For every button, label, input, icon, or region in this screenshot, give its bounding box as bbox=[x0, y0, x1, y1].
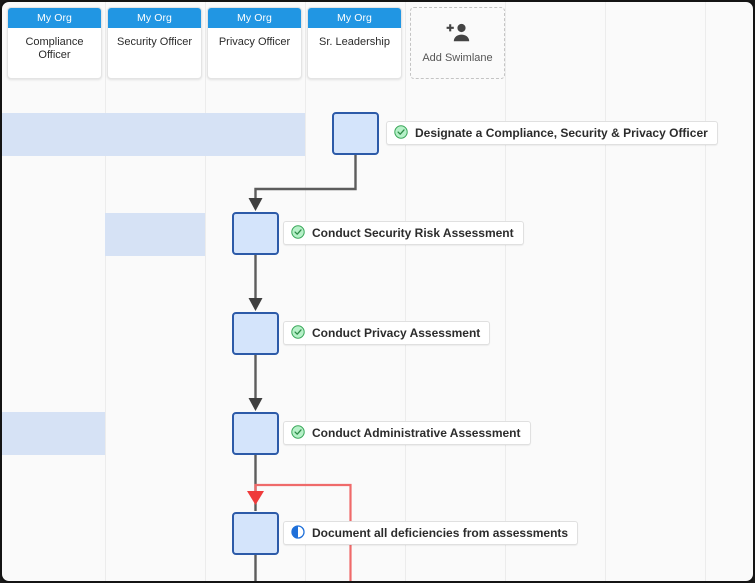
swimlane-title: Privacy Officer bbox=[218, 36, 291, 48]
lane-highlight-band bbox=[2, 113, 305, 156]
swimlane-title: Security Officer bbox=[117, 36, 192, 48]
swimlane-canvas: My Org Compliance Officer My Org Securit… bbox=[0, 0, 755, 583]
task-label-3[interactable]: Conduct Privacy Assessment bbox=[283, 321, 491, 345]
lane-highlight-band bbox=[105, 213, 205, 256]
task-label-1[interactable]: Designate a Compliance, Security & Priva… bbox=[386, 121, 718, 145]
check-circle-icon bbox=[291, 224, 305, 242]
swimlane-header-strip: My Org Compliance Officer My Org Securit… bbox=[2, 2, 753, 86]
lane-gridline bbox=[605, 2, 606, 581]
lane-gridline bbox=[105, 2, 106, 581]
swimlane-card-compliance-officer[interactable]: My Org Compliance Officer bbox=[7, 7, 102, 79]
lane-gridline bbox=[705, 2, 706, 581]
task-node-5[interactable] bbox=[232, 512, 279, 555]
person-add-icon bbox=[445, 22, 471, 47]
task-label-text: Conduct Administrative Assessment bbox=[312, 426, 521, 440]
connector-task1-to-task2 bbox=[248, 155, 357, 211]
swimlane-card-security-officer[interactable]: My Org Security Officer bbox=[107, 7, 202, 79]
lane-gridline bbox=[505, 2, 506, 581]
lane-gridline bbox=[305, 2, 306, 581]
task-label-2[interactable]: Conduct Security Risk Assessment bbox=[283, 221, 524, 245]
swimlane-title: Compliance Officer bbox=[25, 36, 84, 61]
half-circle-icon bbox=[291, 524, 305, 542]
task-node-1[interactable] bbox=[332, 112, 379, 155]
lane-gridline bbox=[205, 2, 206, 581]
check-circle-icon bbox=[291, 324, 305, 342]
connector-task2-to-task3 bbox=[248, 255, 263, 311]
connector-task3-to-task4 bbox=[248, 355, 263, 411]
lane-gridline bbox=[405, 2, 406, 581]
swimlane-org-badge: My Org bbox=[8, 8, 101, 28]
swimlane-card-privacy-officer[interactable]: My Org Privacy Officer bbox=[207, 7, 302, 79]
add-swimlane-button[interactable]: Add Swimlane bbox=[410, 7, 505, 79]
task-node-2[interactable] bbox=[232, 212, 279, 255]
task-node-4[interactable] bbox=[232, 412, 279, 455]
swimlane-org-badge: My Org bbox=[308, 8, 401, 28]
task-label-text: Conduct Privacy Assessment bbox=[312, 326, 481, 340]
lane-highlight-band bbox=[2, 412, 105, 455]
task-node-3[interactable] bbox=[232, 312, 279, 355]
task-label-5[interactable]: Document all deficiencies from assessmen… bbox=[283, 521, 579, 545]
check-circle-icon bbox=[394, 124, 408, 142]
swimlane-org-badge: My Org bbox=[208, 8, 301, 28]
swimlane-title: Sr. Leadership bbox=[319, 36, 390, 48]
add-swimlane-label: Add Swimlane bbox=[422, 52, 493, 64]
swimlane-org-badge: My Org bbox=[108, 8, 201, 28]
task-label-text: Designate a Compliance, Security & Priva… bbox=[415, 126, 708, 140]
task-label-text: Document all deficiencies from assessmen… bbox=[312, 526, 569, 540]
check-circle-icon bbox=[291, 424, 305, 442]
connector-layer bbox=[247, 155, 357, 581]
swimlane-card-sr-leadership[interactable]: My Org Sr. Leadership bbox=[307, 7, 402, 79]
task-label-4[interactable]: Conduct Administrative Assessment bbox=[283, 421, 531, 445]
task-label-text: Conduct Security Risk Assessment bbox=[312, 226, 514, 240]
